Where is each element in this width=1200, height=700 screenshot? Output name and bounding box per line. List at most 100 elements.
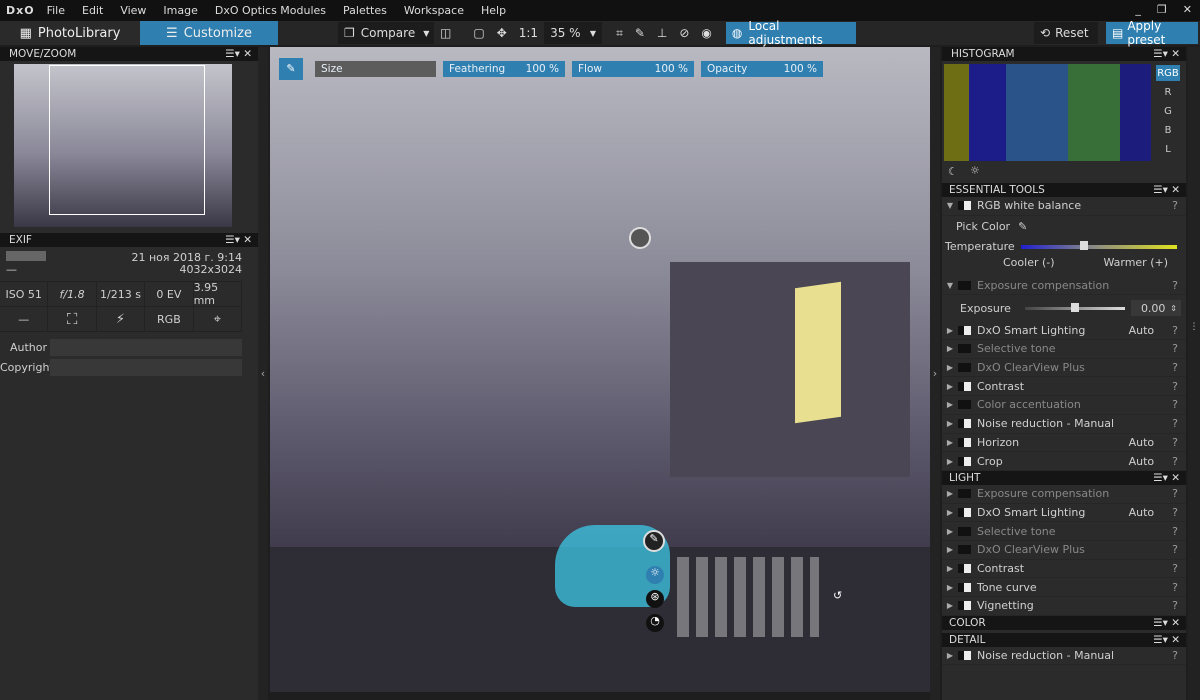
equalizer-sliders[interactable] bbox=[677, 557, 819, 637]
tool-toggle[interactable] bbox=[958, 526, 971, 536]
tool-row[interactable]: ▶ Color accentuation? bbox=[942, 396, 1186, 415]
tool-row[interactable]: ▶ Vignetting? bbox=[942, 597, 1186, 616]
tool-toggle[interactable] bbox=[958, 489, 971, 499]
tool-toggle[interactable] bbox=[958, 601, 971, 611]
help-icon[interactable]: ? bbox=[1172, 199, 1178, 212]
help-icon[interactable]: ? bbox=[1172, 562, 1178, 575]
restore-button[interactable]: ❐ bbox=[1157, 3, 1167, 16]
viewport-rectangle[interactable] bbox=[49, 65, 205, 215]
expand-icon[interactable]: ▶ bbox=[942, 527, 958, 536]
one-to-one-button[interactable]: 1:1 bbox=[513, 22, 544, 44]
repair-icon[interactable]: ⊘ bbox=[673, 22, 695, 44]
panel-menu-close-icon[interactable]: ☰▾ ✕ bbox=[1153, 617, 1180, 629]
tool-row[interactable]: ▶ Horizon Auto? bbox=[942, 434, 1186, 453]
expand-icon[interactable]: ▶ bbox=[942, 651, 958, 660]
close-button[interactable]: ✕ bbox=[1183, 3, 1192, 16]
tool-row[interactable]: ▶ DxO Smart Lighting Auto? bbox=[942, 321, 1186, 341]
menu-image[interactable]: Image bbox=[163, 4, 197, 17]
help-icon[interactable]: ? bbox=[1172, 649, 1178, 662]
panel-menu-close-icon[interactable]: ☰▾ ✕ bbox=[1153, 634, 1180, 646]
tool-toggle[interactable] bbox=[958, 563, 971, 573]
local-adjustments-button[interactable]: ◍ Local adjustments bbox=[725, 19, 856, 47]
tool-toggle[interactable] bbox=[958, 545, 971, 555]
tool-toggle[interactable] bbox=[958, 363, 971, 373]
tool-toggle[interactable] bbox=[958, 400, 971, 410]
move-icon[interactable]: ✥ bbox=[491, 22, 513, 44]
expand-icon[interactable]: ▶ bbox=[942, 344, 958, 353]
tool-toggle[interactable] bbox=[958, 419, 971, 429]
tool-toggle[interactable] bbox=[958, 437, 971, 447]
menu-file[interactable]: File bbox=[47, 4, 65, 17]
chevron-down-icon[interactable]: ▼ bbox=[423, 29, 429, 38]
help-icon[interactable]: ? bbox=[1172, 525, 1178, 538]
temperature-slider[interactable] bbox=[1020, 240, 1177, 250]
stepper-icon[interactable]: ⇕ bbox=[1170, 304, 1177, 313]
tool-row[interactable]: ▶ Contrast? bbox=[942, 560, 1186, 579]
reset-sliders-icon[interactable]: ↺ bbox=[833, 589, 842, 602]
detail-icon[interactable]: ◔ bbox=[646, 614, 664, 632]
tool-toggle[interactable] bbox=[958, 582, 971, 592]
right-scrollbar[interactable]: ⋮ bbox=[1188, 47, 1200, 700]
menu-help[interactable]: Help bbox=[481, 4, 506, 17]
help-icon[interactable]: ? bbox=[1172, 455, 1178, 468]
expand-icon[interactable]: ▶ bbox=[942, 438, 958, 447]
tool-row[interactable]: ▶ Noise reduction - Manual? bbox=[942, 647, 1186, 666]
brush-tool-icon[interactable]: ✎ bbox=[279, 58, 303, 80]
temperature-thumb[interactable] bbox=[1079, 240, 1088, 250]
channel-r[interactable]: R bbox=[1156, 84, 1180, 100]
tool-toggle[interactable] bbox=[958, 381, 971, 391]
copyright-field[interactable] bbox=[50, 358, 242, 376]
reset-button[interactable]: ⟲ Reset bbox=[1034, 22, 1098, 44]
menu-palettes[interactable]: Palettes bbox=[343, 4, 387, 17]
local-adjustment-pin-icon[interactable]: ✎ bbox=[643, 530, 665, 552]
expand-icon[interactable]: ▼ bbox=[942, 201, 958, 210]
pin-handle-icon[interactable] bbox=[629, 227, 651, 249]
menu-optics-modules[interactable]: DxO Optics Modules bbox=[215, 4, 326, 17]
tool-row[interactable]: ▶ Contrast? bbox=[942, 377, 1186, 397]
brightness-icon[interactable]: ☼ bbox=[646, 566, 664, 584]
right-collapse-handle[interactable]: › bbox=[930, 47, 940, 700]
channel-rgb[interactable]: RGB bbox=[1156, 65, 1180, 81]
tool-row[interactable]: ▶ Exposure compensation? bbox=[942, 485, 1186, 504]
help-icon[interactable]: ? bbox=[1172, 487, 1178, 500]
tool-row[interactable]: ▶ Selective tone? bbox=[942, 522, 1186, 541]
expand-icon[interactable]: ▶ bbox=[942, 508, 958, 517]
crop-icon[interactable]: ⌗ bbox=[610, 22, 629, 44]
tool-toggle[interactable] bbox=[958, 281, 971, 291]
expand-icon[interactable]: ▶ bbox=[942, 583, 958, 592]
tool-row[interactable]: ▶ Noise reduction - Manual? bbox=[942, 415, 1186, 434]
help-icon[interactable]: ? bbox=[1172, 506, 1178, 519]
eyedropper-icon[interactable]: ✎ bbox=[629, 22, 651, 44]
minimize-button[interactable]: _ bbox=[1135, 3, 1141, 16]
expand-icon[interactable]: ▶ bbox=[942, 601, 958, 610]
tab-customize[interactable]: ☰ Customize bbox=[140, 21, 278, 45]
tool-toggle[interactable] bbox=[958, 507, 971, 517]
tab-photolibrary[interactable]: ▦ PhotoLibrary bbox=[0, 21, 140, 45]
expand-icon[interactable]: ▼ bbox=[942, 281, 958, 290]
help-icon[interactable]: ? bbox=[1172, 417, 1178, 430]
tool-toggle[interactable] bbox=[958, 201, 971, 211]
tool-row[interactable]: ▶ Selective tone? bbox=[942, 340, 1186, 359]
feathering-slider[interactable]: Feathering 100 % bbox=[443, 61, 565, 77]
exposure-value-field[interactable]: 0.00 ⇕ bbox=[1130, 300, 1181, 317]
eyedropper-icon[interactable]: ✎ bbox=[1018, 220, 1027, 233]
opacity-slider[interactable]: Opacity 100 % bbox=[701, 61, 823, 77]
help-icon[interactable]: ? bbox=[1172, 543, 1178, 556]
panel-menu-close-icon[interactable]: ☰▾ ✕ bbox=[1153, 472, 1180, 484]
exposure-thumb[interactable] bbox=[1070, 302, 1079, 312]
panel-menu-close-icon[interactable]: ☰▾ ✕ bbox=[225, 234, 252, 246]
expand-icon[interactable]: ▶ bbox=[942, 326, 958, 335]
help-icon[interactable]: ? bbox=[1172, 361, 1178, 374]
zoom-select[interactable]: 35 % ▼ bbox=[544, 22, 603, 44]
brush-size-slider[interactable]: Size bbox=[315, 61, 436, 77]
expand-icon[interactable]: ▶ bbox=[942, 382, 958, 391]
color-icon[interactable]: ⊛ bbox=[646, 590, 664, 608]
panel-menu-close-icon[interactable]: ☰▾ ✕ bbox=[1153, 184, 1180, 196]
help-icon[interactable]: ? bbox=[1172, 599, 1178, 612]
author-field[interactable] bbox=[50, 338, 242, 356]
highlight-clipping-icon[interactable]: ☼ bbox=[970, 164, 980, 177]
expand-icon[interactable]: ▶ bbox=[942, 419, 958, 428]
compare-button[interactable]: ❐ Compare ▼ bbox=[338, 22, 434, 44]
exposure-slider[interactable] bbox=[1024, 302, 1125, 312]
help-icon[interactable]: ? bbox=[1172, 398, 1178, 411]
